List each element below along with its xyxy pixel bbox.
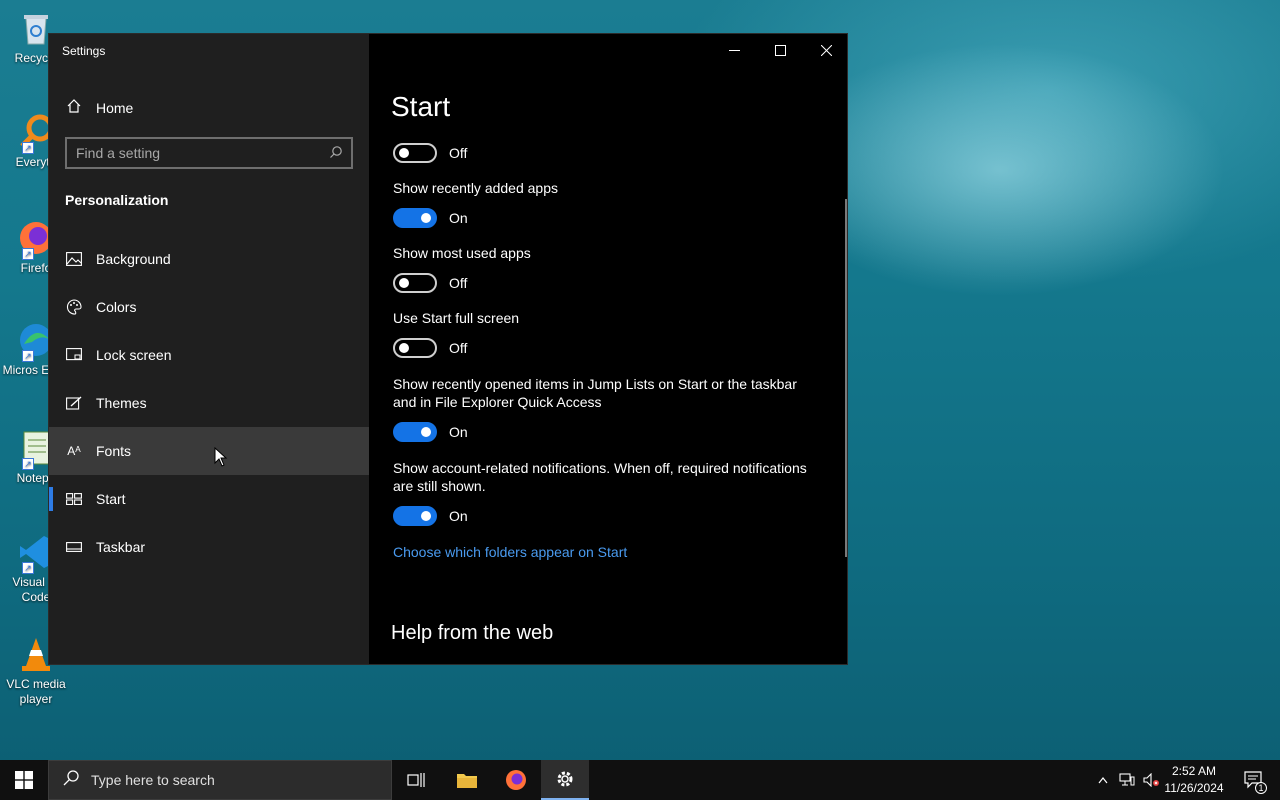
maximize-button[interactable] bbox=[757, 34, 803, 66]
home-label: Home bbox=[96, 100, 134, 116]
taskbar-search-placeholder: Type here to search bbox=[91, 772, 215, 788]
setting-toggle-row: On bbox=[393, 422, 468, 442]
shortcut-arrow-icon: ↗ bbox=[22, 142, 34, 154]
toggle-state-label: On bbox=[449, 424, 468, 440]
maximize-icon bbox=[774, 44, 786, 56]
brush-icon bbox=[65, 396, 83, 410]
close-icon bbox=[820, 44, 832, 56]
sidebar-item-taskbar[interactable]: Taskbar bbox=[49, 523, 369, 571]
setting-label: Show recently opened items in Jump Lists… bbox=[393, 376, 797, 410]
shortcut-arrow-icon: ↗ bbox=[22, 350, 34, 362]
sidebar-item-start[interactable]: Start bbox=[49, 475, 369, 523]
taskbar-clock[interactable]: 2:52 AM 11/26/2024 bbox=[1160, 763, 1228, 797]
toggle-switch-off[interactable] bbox=[393, 273, 437, 293]
desktop-icon-label: Firefo bbox=[20, 261, 52, 275]
toggle-switch-off[interactable] bbox=[393, 143, 437, 163]
taskbar: Type here to search 2:52 AM 11/26/2024 1 bbox=[0, 760, 1280, 800]
windows-logo-icon bbox=[15, 771, 33, 789]
network-button[interactable] bbox=[1116, 760, 1138, 800]
notification-badge: 1 bbox=[1255, 782, 1267, 794]
search-icon[interactable] bbox=[329, 145, 351, 162]
start-layout-icon bbox=[65, 493, 83, 505]
setting-toggle-row: Off bbox=[393, 143, 467, 163]
setting-toggle-row: On bbox=[393, 208, 468, 228]
shortcut-arrow-icon: ↗ bbox=[22, 248, 34, 260]
toggle-state-label: Off bbox=[449, 275, 468, 291]
toggle-switch-on[interactable] bbox=[393, 506, 437, 526]
find-setting-input[interactable] bbox=[67, 145, 329, 161]
shortcut-arrow-icon: ↗ bbox=[22, 458, 34, 470]
action-center-button[interactable]: 1 bbox=[1234, 760, 1274, 800]
settings-sidebar: Settings Home Personalization Background bbox=[49, 34, 369, 664]
toggle-switch-off[interactable] bbox=[393, 338, 437, 358]
shortcut-arrow-icon: ↗ bbox=[22, 562, 34, 574]
start-button[interactable] bbox=[0, 760, 48, 800]
volume-muted-icon bbox=[1143, 773, 1159, 787]
task-view-button[interactable] bbox=[392, 760, 440, 800]
toggle-state-label: Off bbox=[449, 145, 468, 161]
clock-time: 2:52 AM bbox=[1171, 764, 1217, 778]
lock-screen-icon bbox=[65, 348, 83, 362]
toggle-state-label: On bbox=[449, 210, 468, 226]
setting-label: Use Start full screen bbox=[393, 310, 520, 326]
taskbar-icon bbox=[65, 542, 83, 552]
settings-scroll-area[interactable]: Off Show recently added apps On Show mos… bbox=[369, 130, 847, 664]
setting-toggle-row: Off bbox=[393, 273, 467, 293]
home-button[interactable]: Home bbox=[49, 90, 369, 126]
sidebar-item-background[interactable]: Background bbox=[49, 235, 369, 283]
network-icon bbox=[1119, 773, 1135, 786]
toggle-state-label: On bbox=[449, 508, 468, 524]
page-title: Start bbox=[391, 91, 451, 122]
window-title: Settings bbox=[62, 44, 106, 58]
sidebar-item-label: Background bbox=[96, 251, 171, 267]
search-icon bbox=[63, 769, 79, 791]
find-setting-search[interactable] bbox=[65, 137, 353, 169]
taskbar-settings[interactable] bbox=[541, 760, 589, 800]
setting-label: Show most used apps bbox=[393, 245, 531, 261]
scrollbar-thumb[interactable] bbox=[845, 199, 847, 557]
firefox-icon bbox=[506, 770, 526, 790]
sidebar-item-label: Themes bbox=[96, 395, 147, 411]
clock-date: 11/26/2024 bbox=[1164, 781, 1224, 795]
minimize-icon bbox=[728, 49, 740, 51]
settings-content: Start Off Show recently added apps On Sh… bbox=[369, 34, 847, 664]
sidebar-item-label: Colors bbox=[96, 299, 137, 315]
taskbar-search-box[interactable]: Type here to search bbox=[48, 760, 392, 800]
choose-folders-link[interactable]: Choose which folders appear on Start bbox=[393, 544, 627, 560]
sidebar-item-label: Lock screen bbox=[96, 347, 172, 363]
sidebar-item-label: Start bbox=[96, 491, 126, 507]
taskbar-file-explorer[interactable] bbox=[443, 760, 491, 800]
desktop-icon-label: VLC media player bbox=[6, 677, 66, 706]
mouse-cursor-icon bbox=[214, 446, 228, 472]
setting-toggle-row: On bbox=[393, 506, 468, 526]
setting-toggle-row: Off bbox=[393, 338, 467, 358]
setting-label: Show recently added apps bbox=[393, 180, 558, 196]
help-from-web-heading: Help from the web bbox=[391, 622, 554, 644]
section-heading: Personalization bbox=[65, 192, 169, 208]
toggle-state-label: Off bbox=[449, 340, 468, 356]
home-icon bbox=[66, 98, 82, 119]
volume-button[interactable] bbox=[1140, 760, 1162, 800]
sidebar-item-label: Taskbar bbox=[96, 539, 146, 555]
palette-icon bbox=[65, 299, 83, 315]
toggle-switch-on[interactable] bbox=[393, 208, 437, 228]
folder-icon bbox=[457, 774, 477, 788]
sidebar-item-colors[interactable]: Colors bbox=[49, 283, 369, 331]
chevron-up-icon bbox=[1098, 777, 1108, 784]
taskbar-firefox[interactable] bbox=[492, 760, 540, 800]
sidebar-item-label: Fonts bbox=[96, 443, 132, 459]
sidebar-item-lock-screen[interactable]: Lock screen bbox=[49, 331, 369, 379]
settings-window: Settings Home Personalization Background bbox=[48, 33, 848, 665]
sidebar-item-fonts[interactable]: Aᴬ Fonts bbox=[49, 427, 369, 475]
show-hidden-icons-button[interactable] bbox=[1092, 760, 1114, 800]
close-button[interactable] bbox=[803, 34, 847, 66]
minimize-button[interactable] bbox=[711, 34, 757, 66]
task-view-icon bbox=[407, 773, 425, 787]
image-icon bbox=[65, 252, 83, 266]
sidebar-item-themes[interactable]: Themes bbox=[49, 379, 369, 427]
setting-label: Show account-related notifications. When… bbox=[393, 460, 807, 494]
font-icon: Aᴬ bbox=[67, 444, 81, 458]
gear-icon bbox=[557, 771, 573, 787]
toggle-switch-on[interactable] bbox=[393, 422, 437, 442]
